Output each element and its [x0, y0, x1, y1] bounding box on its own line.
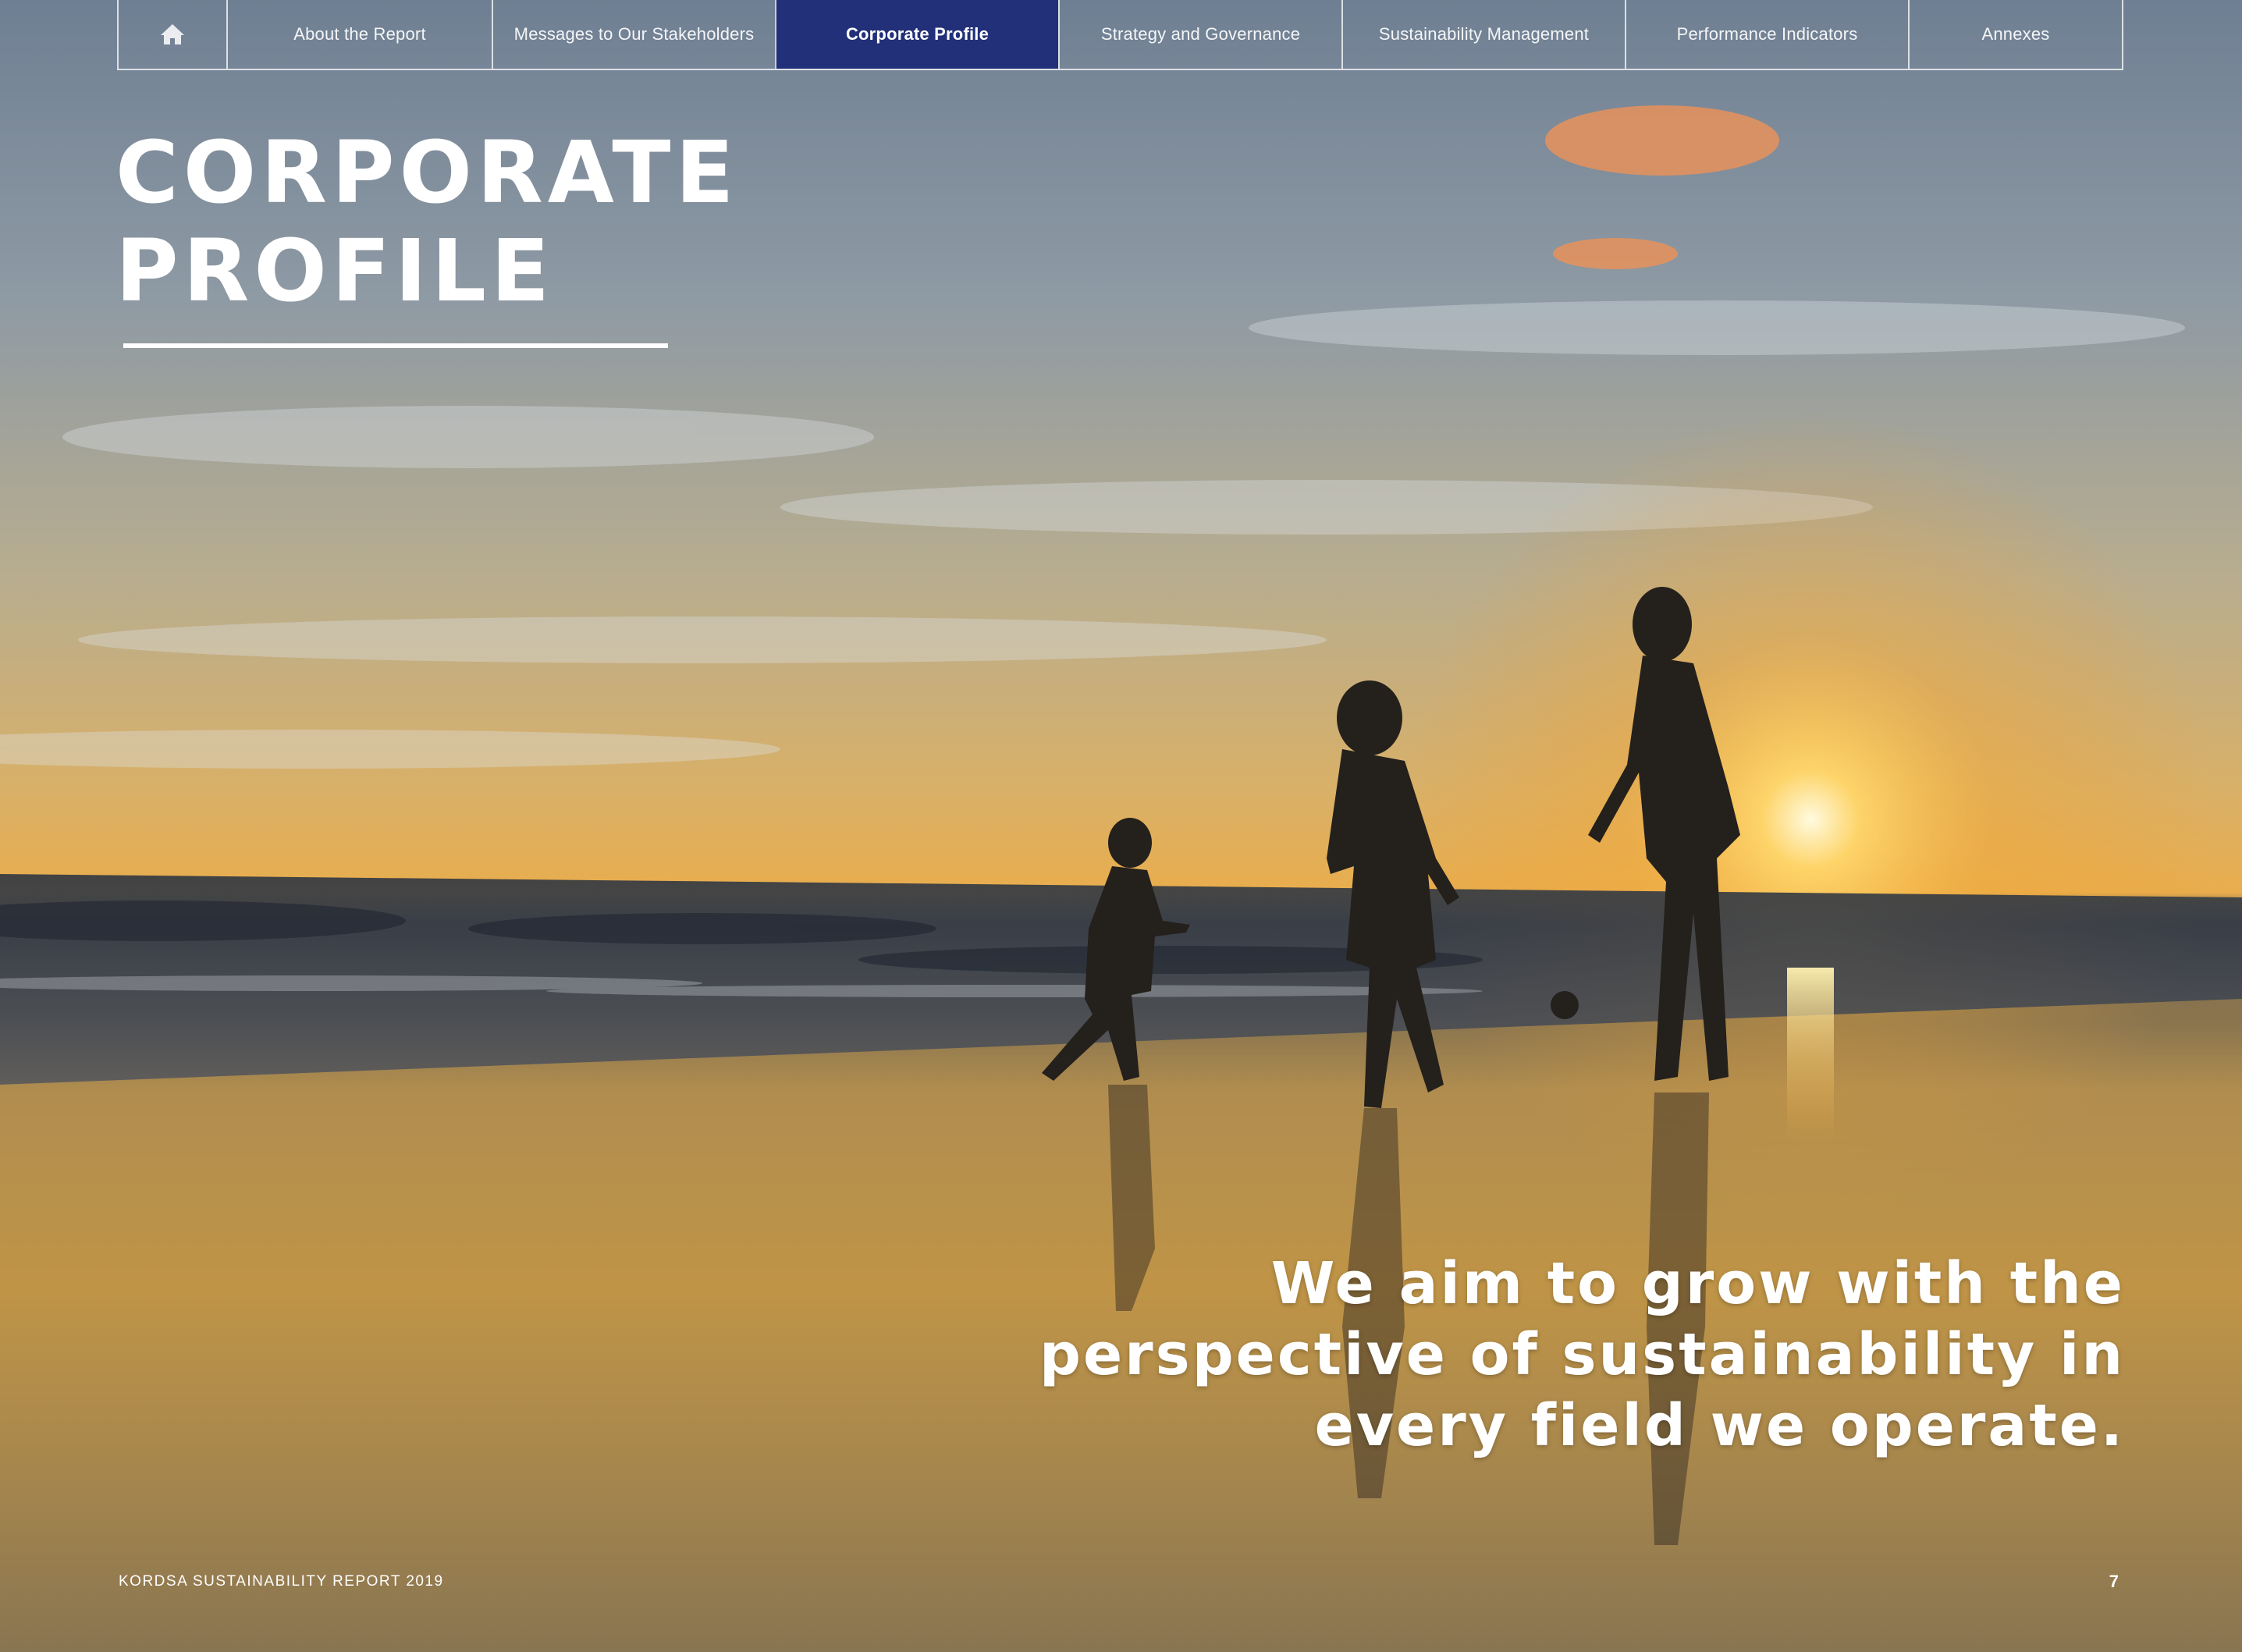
nav-item-annexes[interactable]: Annexes: [1908, 0, 2122, 69]
top-navigation: About the Report Messages to Our Stakeho…: [117, 0, 2123, 70]
report-page: About the Report Messages to Our Stakeho…: [0, 0, 2242, 1652]
home-button[interactable]: [119, 0, 226, 69]
nav-item-sustainability-management[interactable]: Sustainability Management: [1341, 0, 1625, 69]
nav-item-corporate-profile[interactable]: Corporate Profile: [775, 0, 1058, 69]
home-icon: [159, 23, 186, 46]
title-underline: [123, 343, 668, 348]
mission-quote-line-3: every field we operate.: [1314, 1392, 2125, 1459]
page-title-line-2: PROFILE: [115, 221, 555, 321]
mission-quote-line-1: We aim to grow with the: [1270, 1250, 2125, 1317]
nav-item-performance-indicators[interactable]: Performance Indicators: [1625, 0, 1908, 69]
page-number: 7: [2109, 1572, 2119, 1591]
nav-item-strategy-and-governance[interactable]: Strategy and Governance: [1058, 0, 1341, 69]
page-title-line-1: CORPORATE: [115, 123, 739, 222]
mission-quote-line-2: perspective of sustainability in: [1039, 1321, 2125, 1388]
mission-quote: We aim to grow with the perspective of s…: [1032, 1249, 2125, 1462]
footer-report-name: KORDSA SUSTAINABILITY REPORT 2019: [119, 1573, 444, 1590]
nav-item-messages-to-stakeholders[interactable]: Messages to Our Stakeholders: [492, 0, 775, 69]
nav-item-about-the-report[interactable]: About the Report: [226, 0, 492, 69]
page-title: CORPORATE PROFILE: [115, 123, 739, 320]
